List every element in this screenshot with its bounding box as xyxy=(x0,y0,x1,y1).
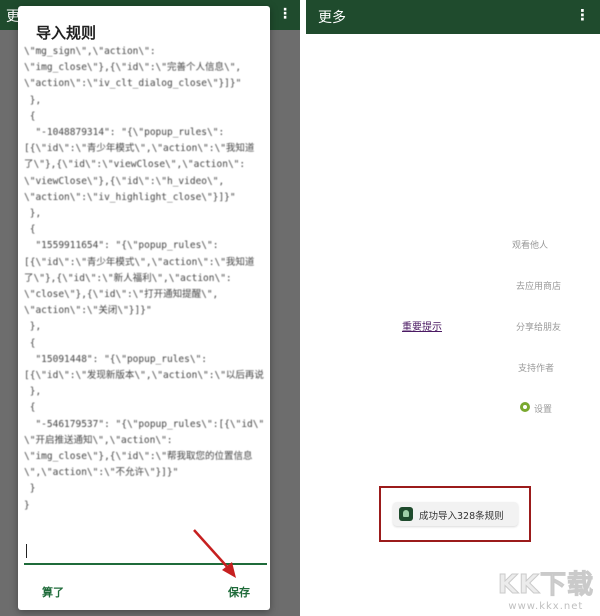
watermark-url: www.kkx.net xyxy=(508,601,584,612)
menu-item-app-store[interactable]: 去应用商店 xyxy=(516,279,561,292)
red-arrow-annotation-icon xyxy=(193,529,236,578)
menu-item-share[interactable]: 分享给朋友 xyxy=(516,320,561,333)
overflow-menu-icon[interactable]: ⋮ xyxy=(575,6,590,24)
overflow-menu-icon[interactable]: ⋮ xyxy=(278,6,292,22)
important-notice-link[interactable]: 重要提示 xyxy=(402,318,442,333)
highlight-box: 成功导入328条规则 xyxy=(379,486,531,542)
dialog-title: 导入规则 xyxy=(36,24,97,42)
right-screen: 更多 ⋮ 重要提示 观看他人 去应用商店 分享给朋友 支持作者 设置 成功导入3… xyxy=(306,0,600,616)
menu-item-settings[interactable]: 设置 xyxy=(534,402,552,415)
settings-icon xyxy=(520,402,530,412)
import-rules-dialog: 导入规则 \"mg_sign\",\"action\": \"img_close… xyxy=(18,6,270,610)
rules-text-field[interactable]: \"mg_sign\",\"action\": \"img_close\"},{… xyxy=(24,44,264,564)
menu-item-support-author[interactable]: 支持作者 xyxy=(518,361,554,374)
menu-item-watch-others[interactable]: 观看他人 xyxy=(512,238,548,251)
left-screen: 更 ⋮ 导入规则 \"mg_sign\",\"action\": \"img_c… xyxy=(0,0,300,616)
watermark: KK下载 www.kkx.net xyxy=(497,564,594,613)
toast-text: 成功导入328条规则 xyxy=(419,511,504,522)
cancel-button[interactable]: 算了 xyxy=(42,584,64,600)
app-icon xyxy=(399,507,413,521)
right-app-bar: 更多 ⋮ xyxy=(306,0,600,34)
toast-message: 成功导入328条规则 xyxy=(393,502,518,526)
save-button[interactable]: 保存 xyxy=(228,584,250,600)
text-cursor xyxy=(26,544,27,558)
more-title: 更多 xyxy=(318,10,346,26)
watermark-logo: KK下载 xyxy=(497,570,594,601)
